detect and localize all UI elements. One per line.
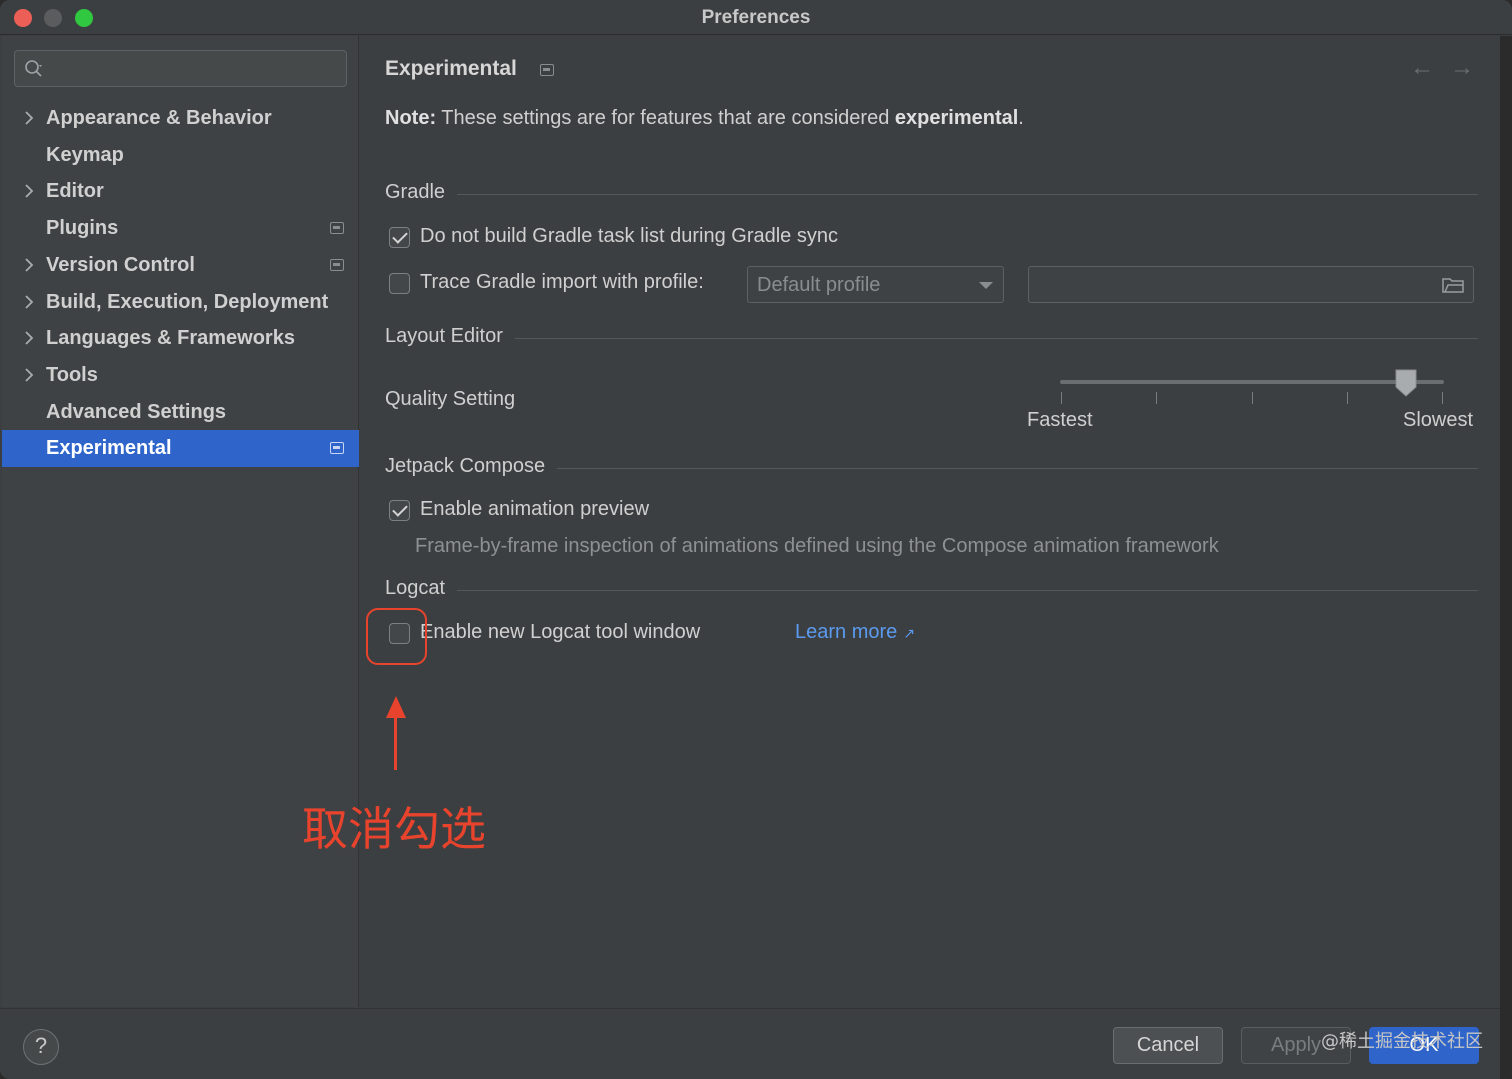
profile-dropdown-value: Default profile [757,274,881,296]
trace-import-checkbox[interactable] [389,273,410,294]
sidebar-item-label: Appearance & Behavior [46,107,272,129]
chevron-down-icon [979,282,993,289]
sidebar-item-tools[interactable]: Tools [2,357,359,394]
section-divider [385,194,1478,195]
dialog-footer: ? Cancel Apply OK @稀土掘金技术社区 [0,1008,1512,1079]
note-text: These settings are for features that are… [436,107,895,129]
note-emphasis: experimental [894,107,1019,129]
quality-setting-label: Quality Setting [385,388,516,410]
no-task-list-label: Do not build Gradle task list during Gra… [420,225,838,247]
new-logcat-window-label: Enable new Logcat tool window [420,621,701,643]
slider-tick [1252,392,1253,404]
project-scope-icon [330,222,344,234]
watermark: @稀土掘金技术社区 [1321,1031,1483,1052]
animation-preview-description: Frame-by-frame inspection of animations … [415,535,1219,557]
sidebar-item-label: Version Control [46,254,195,276]
slider-max-label: Slowest [1403,409,1474,431]
experimental-note: Note: These settings are for features th… [385,107,1024,130]
annotation-arrow-shaft [394,712,397,770]
layout-editor-section-title: Layout Editor [385,325,515,348]
external-link-icon: ↗ [903,625,916,641]
trace-import-label: Trace Gradle import with profile: [420,271,704,293]
title-bar: Preferences [0,0,1512,35]
profile-path-field[interactable] [1028,266,1474,303]
learn-more-text: Learn more [795,621,898,643]
project-scope-icon [330,259,344,271]
sidebar-item-label: Experimental [46,437,172,459]
jetpack-compose-section-title: Jetpack Compose [385,455,558,478]
sidebar-item-editor[interactable]: Editor [2,173,359,210]
project-scope-icon [540,64,554,76]
slider-tick [1347,392,1348,404]
experimental-settings-panel: Experimental ← → Note: These settings ar… [360,36,1500,1007]
forward-arrow-icon[interactable]: → [1450,54,1474,82]
sidebar-item-advanced-settings[interactable]: Advanced Settings [2,394,359,431]
logcat-section-title: Logcat [385,577,458,600]
annotation-text: 取消勾选 [302,802,486,856]
note-prefix: Note: [385,107,437,129]
settings-sidebar: Appearance & Behavior Keymap Editor Plugins… [2,36,359,1007]
gradle-section-title: Gradle [385,181,458,204]
animation-preview-label: Enable animation preview [420,498,650,520]
layout-editor-section: Layout Editor [385,325,1478,355]
sidebar-item-version-control[interactable]: Version Control [2,247,359,284]
slider-tick [1442,392,1443,404]
project-scope-icon [330,442,344,454]
sidebar-item-keymap[interactable]: Keymap [2,137,359,174]
chevron-right-icon[interactable] [22,293,36,311]
page-title: Experimental [385,57,517,80]
help-button[interactable]: ? [23,1029,59,1065]
annotation-highlight-circle [366,608,427,665]
logcat-section: Logcat [385,577,1478,607]
chevron-right-icon[interactable] [22,182,36,200]
chevron-right-icon[interactable] [22,256,36,274]
sidebar-item-plugins[interactable]: Plugins [2,210,359,247]
preferences-window: Preferences Appearance & Behavior Keymap E… [0,0,1512,1079]
gradle-section: Gradle [385,181,1478,211]
profile-dropdown[interactable]: Default profile [747,266,1004,303]
window-edge [1500,36,1512,1079]
learn-more-link[interactable]: Learn more ↗ [795,621,915,644]
settings-search-input[interactable] [14,50,347,87]
chevron-right-icon[interactable] [22,109,36,127]
chevron-right-icon[interactable] [22,366,36,384]
jetpack-compose-section: Jetpack Compose [385,455,1478,485]
quality-slider-track[interactable] [1060,380,1444,384]
cancel-button[interactable]: Cancel [1113,1027,1223,1064]
sidebar-item-appearance-behavior[interactable]: Appearance & Behavior [2,100,359,137]
chevron-right-icon[interactable] [22,329,36,347]
slider-tick [1061,392,1062,404]
sidebar-item-label: Languages & Frameworks [46,327,295,349]
quality-slider-thumb[interactable] [1395,369,1417,397]
animation-preview-checkbox[interactable] [389,500,410,521]
section-divider [385,338,1478,339]
section-divider [385,590,1478,591]
sidebar-item-build-execution-deployment[interactable]: Build, Execution, Deployment [2,284,359,321]
folder-icon[interactable] [1442,276,1464,294]
sidebar-item-label: Build, Execution, Deployment [46,291,329,313]
note-suffix: . [1018,107,1024,129]
slider-min-label: Fastest [1027,409,1093,431]
sidebar-item-label: Plugins [46,217,119,239]
window-title: Preferences [701,7,811,28]
sidebar-item-languages-frameworks[interactable]: Languages & Frameworks [2,320,359,357]
sidebar-item-label: Keymap [46,144,124,166]
slider-tick [1156,392,1157,404]
sidebar-item-label: Advanced Settings [46,401,227,423]
sidebar-item-label: Tools [46,364,98,386]
back-arrow-icon[interactable]: ← [1410,54,1434,82]
search-icon [25,60,42,77]
sidebar-item-experimental[interactable]: Experimental [2,430,359,467]
no-task-list-checkbox[interactable] [389,227,410,248]
sidebar-item-label: Editor [46,180,104,202]
